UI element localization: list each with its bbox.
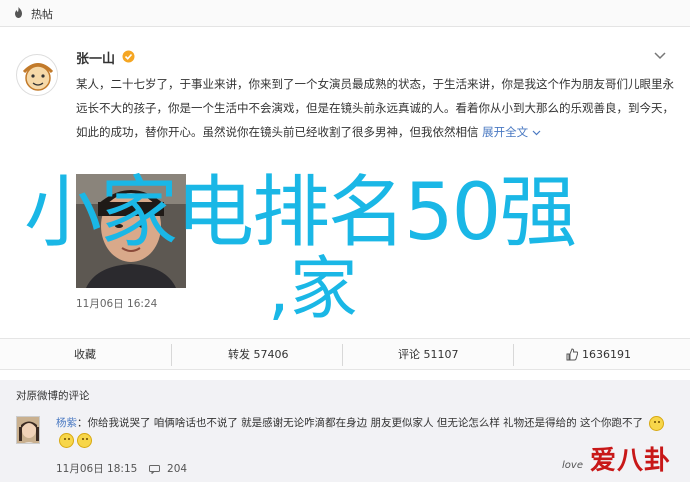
action-bar: 收藏 转发 57406 评论 51107 1636191 (0, 338, 690, 370)
overlay-headline: 小家电排名50强 (24, 168, 577, 258)
smile-emoji-icon (649, 415, 665, 431)
chevron-down-icon[interactable] (653, 51, 667, 61)
expand-full-text-link[interactable]: 展开全文 (482, 125, 541, 139)
comment-timestamp[interactable]: 11月06日 18:15 (56, 463, 137, 475)
watermark-small-text: love (562, 460, 583, 471)
watermark-text: 爱八卦 (590, 446, 672, 476)
post-timestamp[interactable]: 11月06日 16:24 (76, 296, 157, 311)
thumbs-up-icon[interactable] (566, 348, 578, 361)
reply-icon[interactable] (148, 464, 160, 474)
topbar-title: 热帖 (31, 8, 53, 21)
favorite-button[interactable]: 收藏 (74, 339, 96, 371)
divider (342, 344, 343, 366)
divider (171, 344, 172, 366)
verified-badge-icon (122, 50, 135, 63)
post-body: 某人，二十七岁了，于事业来讲，你来到了一个女演员最成熟的状态，于生活来讲，你是我… (76, 77, 674, 139)
like-count[interactable]: 1636191 (582, 339, 631, 371)
reply-count[interactable]: 204 (167, 463, 187, 475)
comment-button[interactable]: 评论 51107 (398, 339, 459, 371)
post-text: 某人，二十七岁了，于事业来讲，你来到了一个女演员最成熟的状态，于生活来讲，你是我… (76, 72, 676, 144)
repost-button[interactable]: 转发 57406 (228, 339, 289, 371)
site-watermark-logo: love 爱八卦 (562, 440, 684, 478)
comment-text: ：你给我说哭了 咱俩啥话也不说了 就是感谢无论咋滴都在身边 朋友更似家人 但无论… (77, 417, 644, 429)
top-bar: 热帖 (0, 0, 690, 27)
author-avatar[interactable] (16, 54, 58, 96)
chevron-down-icon (532, 130, 541, 135)
smile-emoji-icon (77, 432, 92, 448)
commenter-avatar[interactable] (16, 416, 40, 444)
smile-emoji-icon (59, 432, 74, 448)
author-name[interactable]: 张一山 (76, 48, 115, 67)
overlay-subline: ,家 (268, 250, 358, 329)
comment-author[interactable]: 杨紫 (56, 417, 77, 429)
comment-meta: 11月06日 18:15 204 (56, 461, 187, 476)
comments-header: 对原微博的评论 (16, 390, 90, 402)
divider (513, 344, 514, 366)
flame-icon (15, 7, 22, 18)
